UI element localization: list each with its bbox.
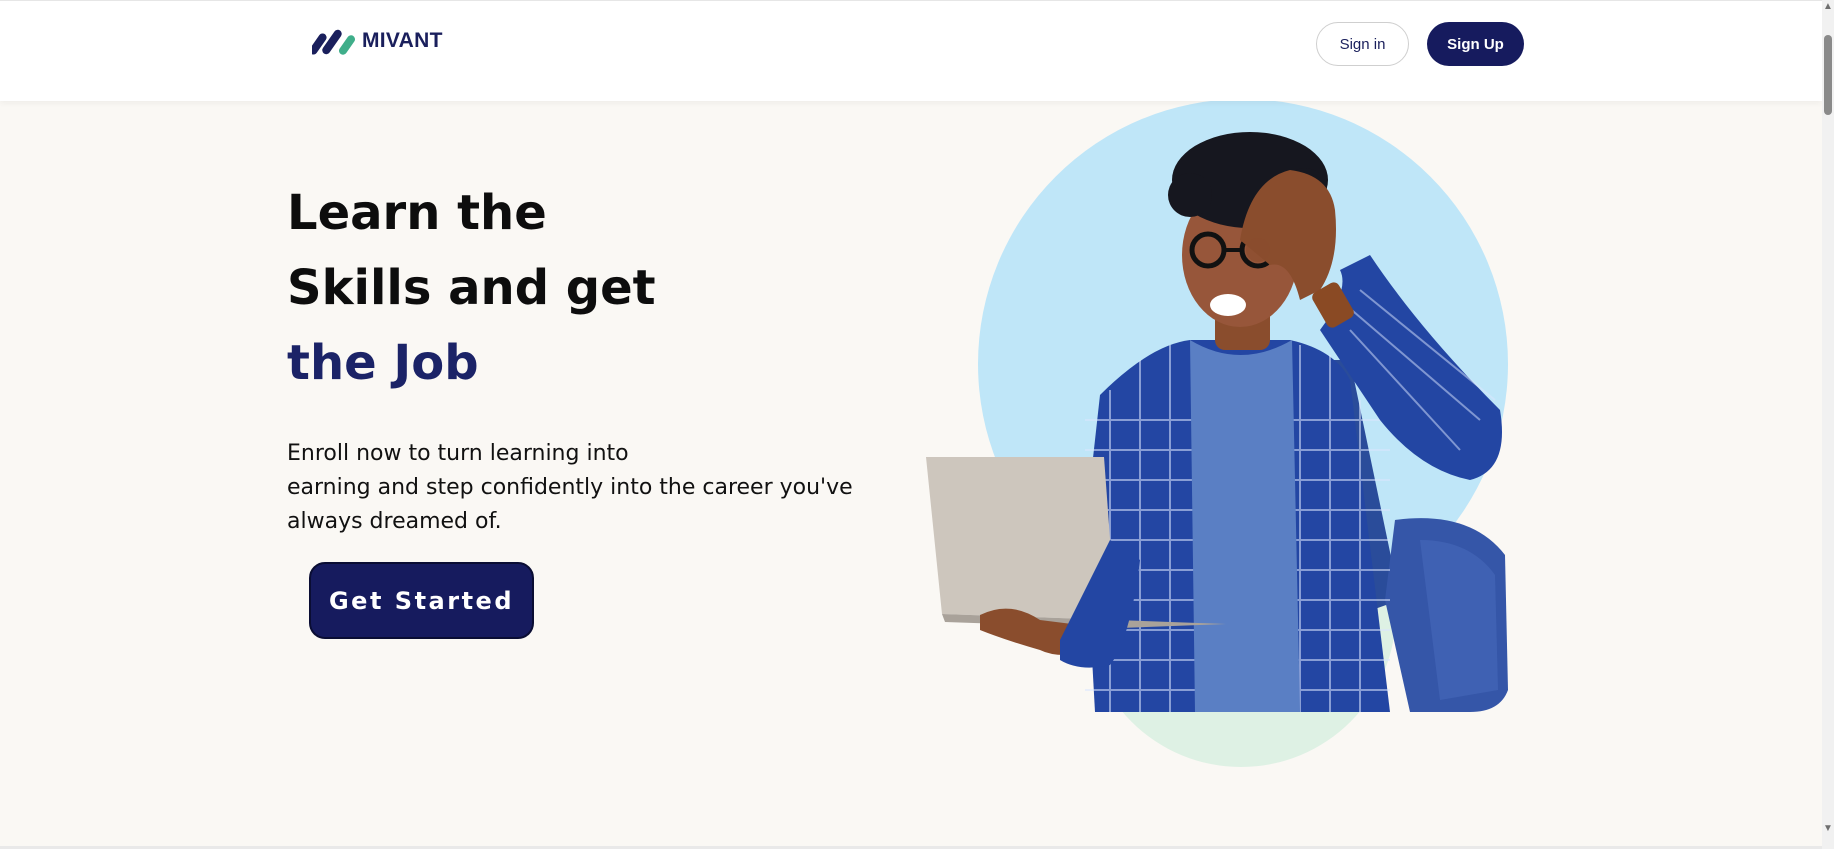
scrollbar-thumb[interactable] — [1824, 35, 1832, 115]
hero-description: Enroll now to turn learning into earning… — [287, 437, 887, 539]
mivant-logo-icon — [312, 29, 356, 55]
brand-logo[interactable]: MIVANT — [312, 26, 443, 56]
top-navbar: MIVANT Sign in Sign Up — [0, 0, 1822, 101]
hero-heading-line-2: Skills and get — [287, 260, 656, 316]
hero-heading-accent: the Job — [287, 335, 479, 391]
hero-illustration — [926, 99, 1508, 767]
page-scrollbar[interactable]: ▲ ▼ — [1822, 0, 1834, 849]
landing-page: MIVANT Sign in Sign Up Learn the Skills … — [0, 0, 1834, 849]
hero-heading: Learn the Skills and get the Job — [287, 176, 887, 401]
hero-description-line-3: always dreamed of. — [287, 509, 502, 534]
hero-description-line-1: Enroll now to turn learning into — [287, 441, 629, 466]
sign-in-button[interactable]: Sign in — [1316, 22, 1409, 66]
hero-description-line-2: earning and step confidently into the ca… — [287, 475, 853, 500]
scroll-up-arrow-icon[interactable]: ▲ — [1823, 2, 1833, 12]
scroll-down-arrow-icon[interactable]: ▼ — [1823, 824, 1833, 834]
brand-name: MIVANT — [362, 29, 443, 52]
get-started-button[interactable]: Get Started — [309, 562, 534, 639]
hero-heading-line-1: Learn the — [287, 185, 547, 241]
sign-up-button[interactable]: Sign Up — [1427, 22, 1524, 66]
